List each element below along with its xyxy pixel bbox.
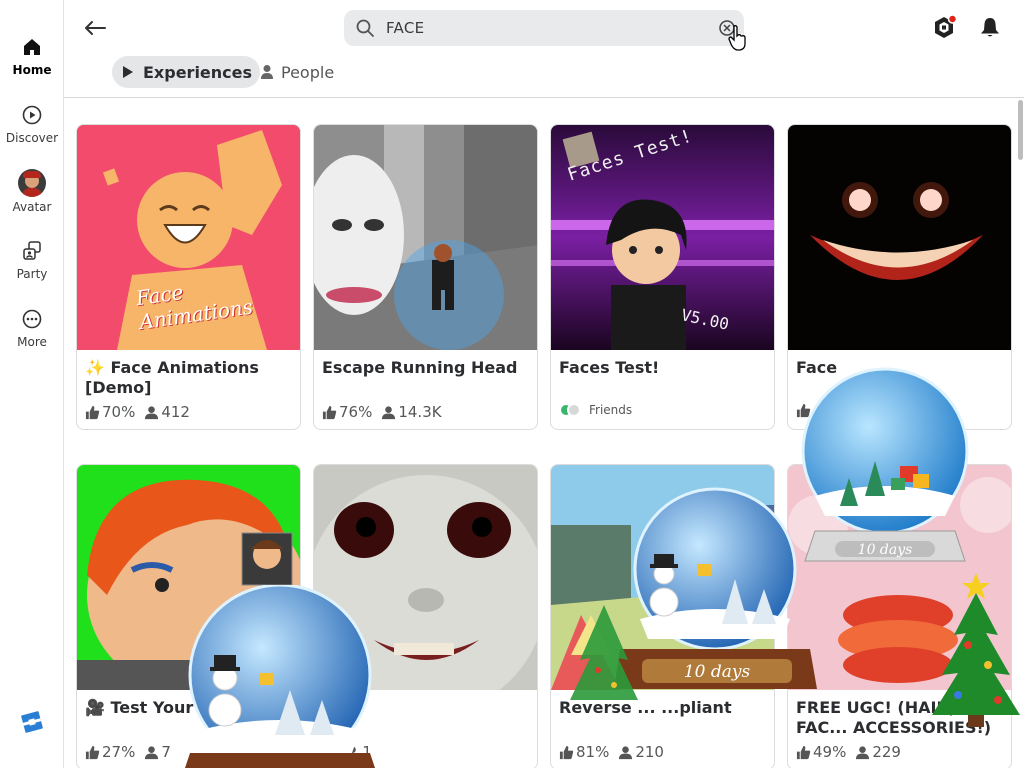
avatar-icon: [18, 169, 46, 197]
search-input[interactable]: FACE: [386, 19, 424, 37]
sidebar-item-label: Avatar: [12, 200, 52, 214]
bell-icon[interactable]: [976, 14, 1004, 42]
players-icon: [145, 405, 159, 419]
roblox-logo[interactable]: [20, 710, 44, 734]
party-icon: [21, 240, 43, 262]
christmas-tree-overlay: [932, 573, 1020, 727]
countdown-label: 10 days: [858, 542, 913, 558]
snow-globe-overlay: 10 days: [614, 487, 817, 689]
rating-value: 70%: [102, 403, 136, 421]
experience-thumbnail: [788, 125, 1011, 350]
sidebar-item-home[interactable]: Home: [0, 28, 64, 88]
robux-icon[interactable]: [930, 14, 958, 42]
person-icon: [260, 64, 274, 80]
snow-globe-overlay: 10 days: [801, 367, 969, 562]
thumbs-up-icon: [322, 405, 337, 419]
experience-title: Faces Test!: [559, 358, 660, 377]
friends-label: Friends: [589, 403, 633, 417]
tab-experiences[interactable]: Experiences: [112, 56, 261, 88]
experience-stats: 81% 210: [559, 743, 673, 761]
sidebar-item-avatar[interactable]: Avatar: [0, 164, 64, 224]
rating-value: 27%: [102, 743, 136, 761]
player-count: 210: [635, 743, 664, 761]
experience-card[interactable]: Face Animations ✨ Face Animations [Demo]…: [76, 124, 301, 430]
thumbs-up-icon: [796, 745, 811, 759]
players-icon: [382, 405, 396, 419]
tab-label: Experiences: [143, 62, 253, 82]
sidebar: Home Discover Avatar Party More: [0, 0, 64, 768]
experience-title: ✨ Face Animations [Demo]: [85, 358, 259, 397]
experience-title: Escape Running Head: [322, 358, 518, 377]
thumbs-up-icon: [85, 405, 100, 419]
tab-label: People: [281, 62, 335, 82]
search-bar[interactable]: FACE: [344, 10, 744, 46]
player-count: 412: [161, 403, 190, 421]
player-count: 229: [872, 743, 901, 761]
discover-icon: [21, 104, 43, 126]
top-bar: FACE Experiences People: [64, 0, 1024, 98]
sidebar-item-label: Party: [16, 267, 48, 281]
rating-value: 76%: [339, 403, 373, 421]
thumbs-up-icon: [559, 745, 574, 759]
experience-stats: 76% 14.3K: [322, 403, 451, 421]
sidebar-item-discover[interactable]: Discover: [0, 96, 64, 156]
play-icon: [122, 64, 136, 80]
scrollbar[interactable]: [1018, 100, 1023, 160]
experience-thumbnail: [314, 125, 537, 350]
snow-globe-overlay: [185, 585, 375, 768]
sidebar-item-party[interactable]: Party: [0, 232, 64, 292]
back-button[interactable]: [80, 14, 110, 42]
countdown-label: 10 days: [684, 662, 751, 682]
sidebar-item-more[interactable]: More: [0, 300, 64, 360]
sidebar-item-label: Home: [12, 63, 52, 77]
rating-value: 49%: [813, 743, 847, 761]
thumbs-up-icon: [85, 745, 100, 759]
christmas-tree-overlay: [570, 605, 638, 700]
home-icon: [21, 36, 43, 58]
hand-cursor-icon: [728, 24, 748, 52]
players-icon: [856, 745, 870, 759]
more-icon: [21, 308, 43, 330]
experience-stats: 70% 412: [85, 403, 199, 421]
experience-card[interactable]: Faces Test! V5.00 Faces Test! Friends: [550, 124, 775, 430]
tab-people[interactable]: People: [250, 56, 342, 88]
friends-indicator: Friends: [559, 403, 632, 417]
sidebar-item-label: More: [17, 335, 47, 349]
players-icon: [619, 745, 633, 759]
experience-stats: 27% 7: [85, 743, 180, 761]
player-count: 14.3K: [398, 403, 442, 421]
player-count: 7: [161, 743, 171, 761]
players-icon: [145, 745, 159, 759]
search-icon: [355, 18, 375, 38]
experience-card[interactable]: Escape Running Head 76% 14.3K: [313, 124, 538, 430]
rating-value: 81%: [576, 743, 610, 761]
experience-stats: 49% 229: [796, 743, 910, 761]
sidebar-item-label: Discover: [5, 131, 59, 145]
